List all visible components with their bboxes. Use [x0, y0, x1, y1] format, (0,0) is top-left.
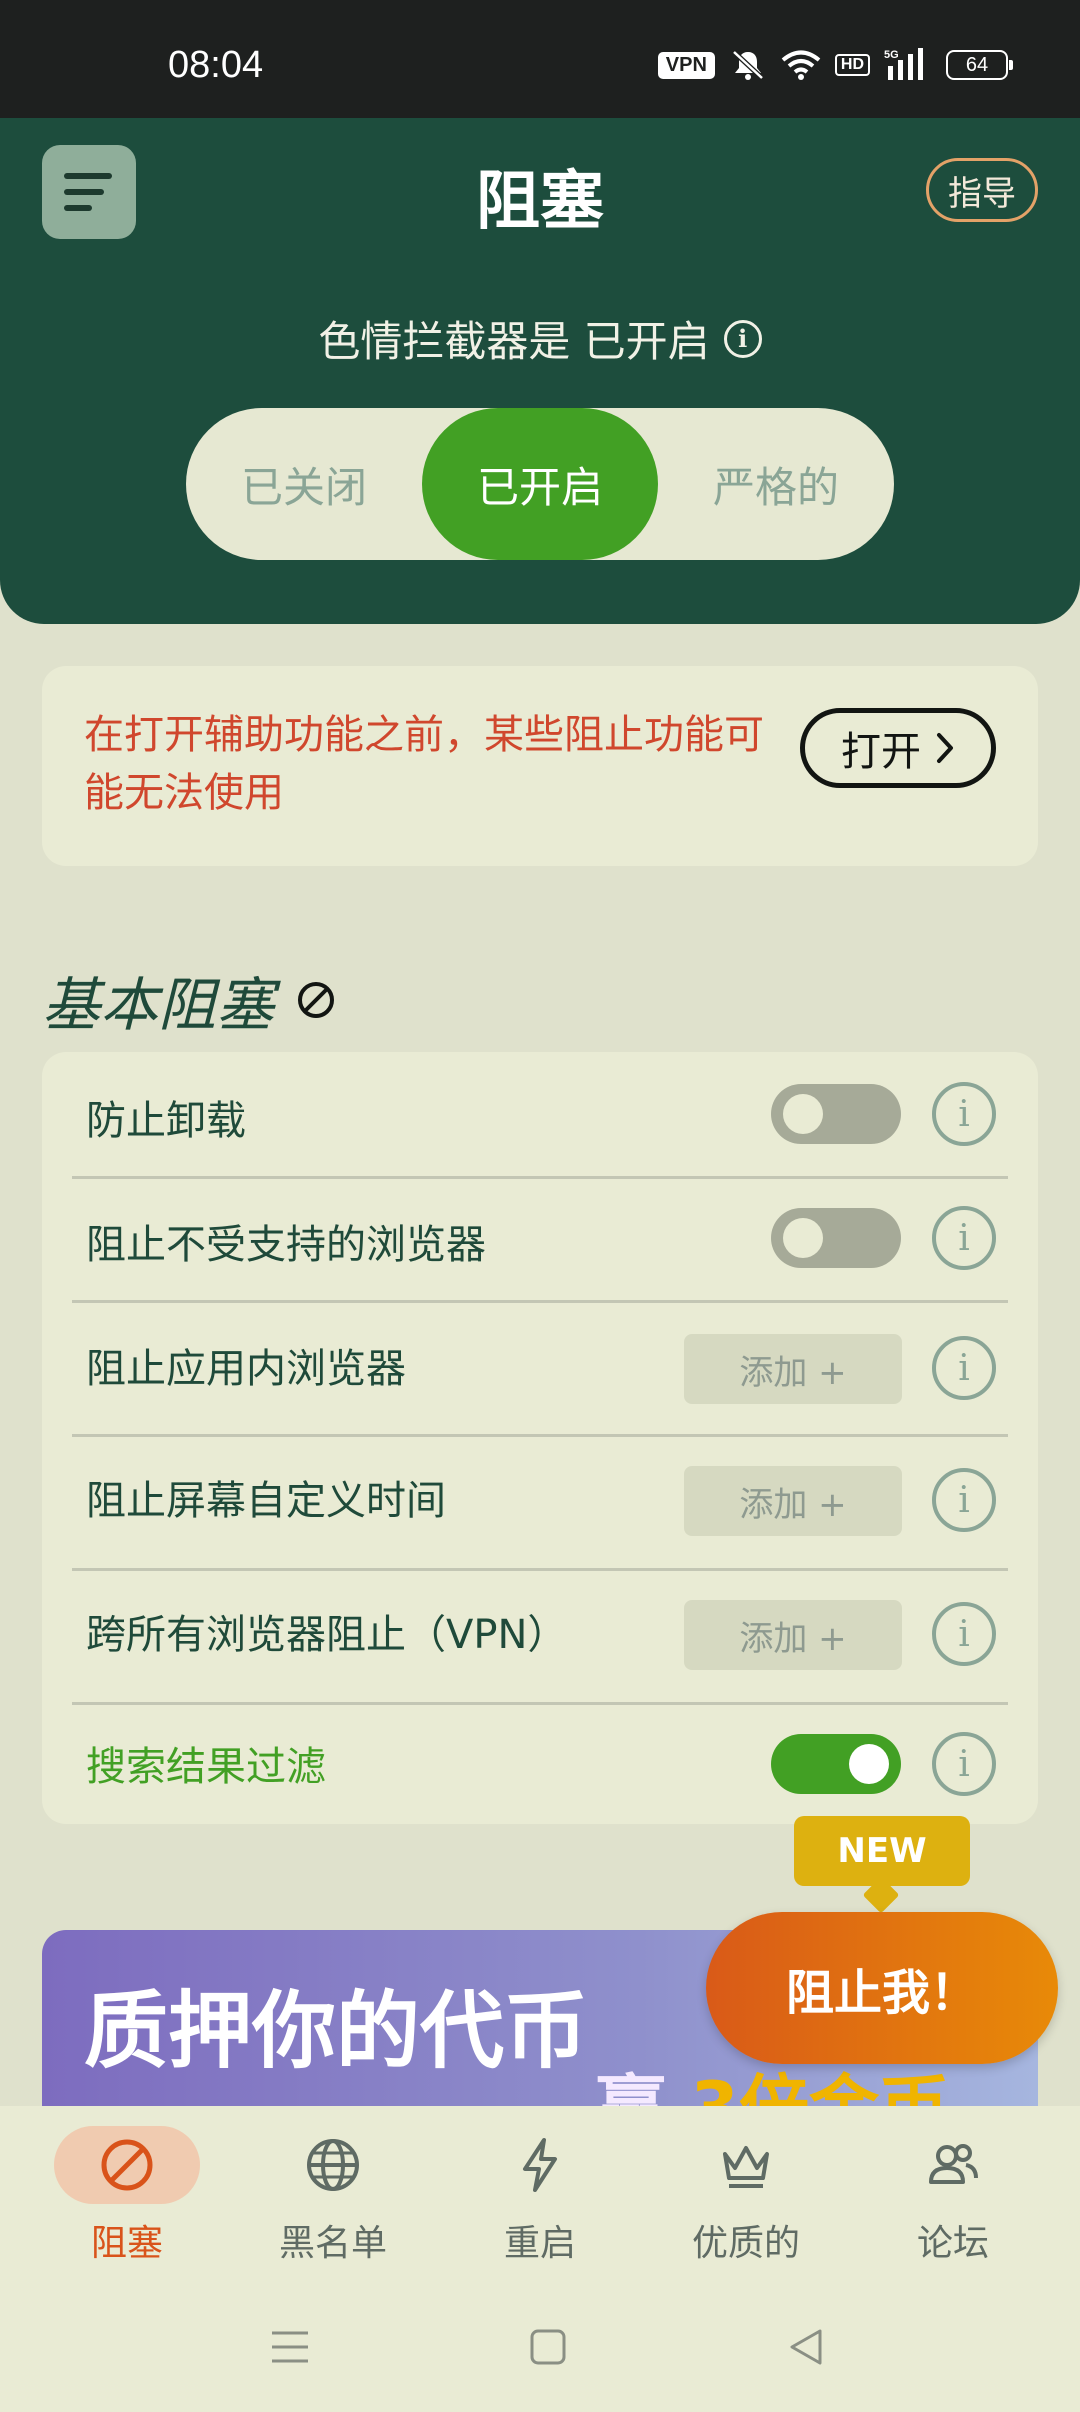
back-icon[interactable] [786, 2326, 826, 2368]
chevron-right-icon [937, 733, 953, 763]
list-item-block-all-browsers-vpn: 跨所有浏览器阻止（VPN） 添加 + i [42, 1570, 1038, 1702]
nav-pill [673, 2126, 819, 2204]
crown-icon [723, 2146, 769, 2188]
info-icon[interactable]: i [932, 1602, 996, 1666]
list-item-search-filter: 搜索结果过滤 i [42, 1704, 1038, 1824]
nav-label: 黑名单 [278, 2223, 387, 2264]
list-item-block-in-app-browsers: 阻止应用内浏览器 添加 + i [42, 1302, 1038, 1434]
open-accessibility-button[interactable]: 打开 [800, 708, 996, 788]
mute-icon [732, 50, 764, 80]
people-icon [929, 2144, 978, 2184]
list-item-label: 防止卸载 [86, 1098, 246, 1144]
info-icon[interactable]: i [932, 1468, 996, 1532]
list-item-block-screen-time: 阻止屏幕自定义时间 添加 + i [42, 1436, 1038, 1568]
new-badge: NEW [794, 1816, 970, 1886]
battery-icon: 64 [946, 50, 1013, 80]
hd-icon: HD [834, 54, 870, 76]
toggle-knob [783, 1218, 823, 1258]
nav-pill [260, 2126, 406, 2204]
block-unsupported-browsers-toggle[interactable] [771, 1208, 901, 1268]
segment-strict[interactable]: 严格的 [658, 408, 894, 560]
page-title: 阻塞 [476, 165, 604, 239]
mode-segmented-control: 已关闭 已开启 严格的 [186, 408, 894, 560]
list-item-label: 阻止应用内浏览器 [86, 1346, 406, 1392]
blocker-status-text: 色情拦截器是 已开启 [318, 317, 710, 366]
guide-button[interactable]: 指导 [926, 158, 1038, 222]
nav-pill [880, 2126, 1026, 2204]
info-icon[interactable]: i [932, 1732, 996, 1796]
basic-blocking-title: 基本阻塞 [42, 971, 275, 1039]
basic-blocking-heading: 基本阻塞 [42, 958, 336, 1042]
banner-title: 质押你的代币 [84, 1982, 589, 2080]
nav-pill [467, 2126, 613, 2204]
nav-item-blacklist[interactable]: 黑名单 [230, 2126, 436, 2276]
ban-icon [101, 2139, 153, 2191]
list-item-label: 阻止屏幕自定义时间 [86, 1478, 446, 1524]
signal-icon: 5G [884, 48, 923, 80]
toggle-knob [783, 1094, 823, 1134]
status-time: 08:04 [168, 44, 264, 86]
add-in-app-browser-button[interactable]: 添加 + [684, 1334, 902, 1404]
home-icon[interactable] [528, 2326, 568, 2368]
segment-off[interactable]: 已关闭 [186, 408, 422, 560]
blocker-status: 色情拦截器是 已开启 i [0, 308, 1080, 369]
list-item-label: 跨所有浏览器阻止（VPN） [86, 1612, 568, 1658]
info-icon[interactable]: i [723, 319, 762, 358]
bolt-icon [523, 2138, 557, 2192]
basic-blocking-list: 防止卸载 i 阻止不受支持的浏览器 i 阻止应用内浏览器 添加 + i 阻止屏幕… [42, 1052, 1038, 1824]
vpn-icon: VPN [657, 51, 715, 79]
info-icon[interactable]: i [932, 1082, 996, 1146]
toggle-knob [849, 1744, 889, 1784]
system-navigation-bar [0, 2322, 1080, 2372]
wifi-icon [781, 50, 821, 80]
prevent-uninstall-toggle[interactable] [771, 1084, 901, 1144]
open-button-label: 打开 [841, 729, 921, 775]
nav-label: 优质的 [691, 2223, 800, 2264]
nav-pill [54, 2126, 200, 2204]
list-item-label: 阻止不受支持的浏览器 [86, 1222, 486, 1268]
nav-item-forum[interactable]: 论坛 [850, 2126, 1056, 2276]
nav-label: 论坛 [916, 2223, 989, 2264]
list-item-label: 搜索结果过滤 [86, 1744, 326, 1790]
list-item-block-unsupported-browsers: 阻止不受支持的浏览器 i [42, 1178, 1038, 1300]
list-item-prevent-uninstall: 防止卸载 i [42, 1052, 1038, 1176]
info-icon[interactable]: i [932, 1206, 996, 1270]
ban-icon [298, 982, 335, 1018]
svg-text:5G: 5G [884, 49, 899, 61]
segment-on[interactable]: 已开启 [422, 408, 658, 560]
nav-item-restart[interactable]: 重启 [437, 2126, 643, 2276]
stop-me-button[interactable]: 阻止我！ [706, 1912, 1058, 2064]
nav-label: 阻塞 [90, 2223, 163, 2264]
search-filter-toggle[interactable] [771, 1734, 901, 1794]
accessibility-warning-text: 在打开辅助功能之前，某些阻止功能可能无法使用 [84, 712, 764, 816]
nav-item-premium[interactable]: 优质的 [643, 2126, 849, 2276]
add-screen-time-button[interactable]: 添加 + [684, 1466, 902, 1536]
add-vpn-block-button[interactable]: 添加 + [684, 1600, 902, 1670]
nav-item-blocking[interactable]: 阻塞 [24, 2126, 230, 2276]
nav-label: 重启 [503, 2223, 576, 2264]
globe-icon [307, 2139, 359, 2191]
status-icons: VPN HD 5G 64 [657, 48, 1013, 82]
info-icon[interactable]: i [932, 1336, 996, 1400]
recents-icon[interactable] [270, 2328, 310, 2366]
